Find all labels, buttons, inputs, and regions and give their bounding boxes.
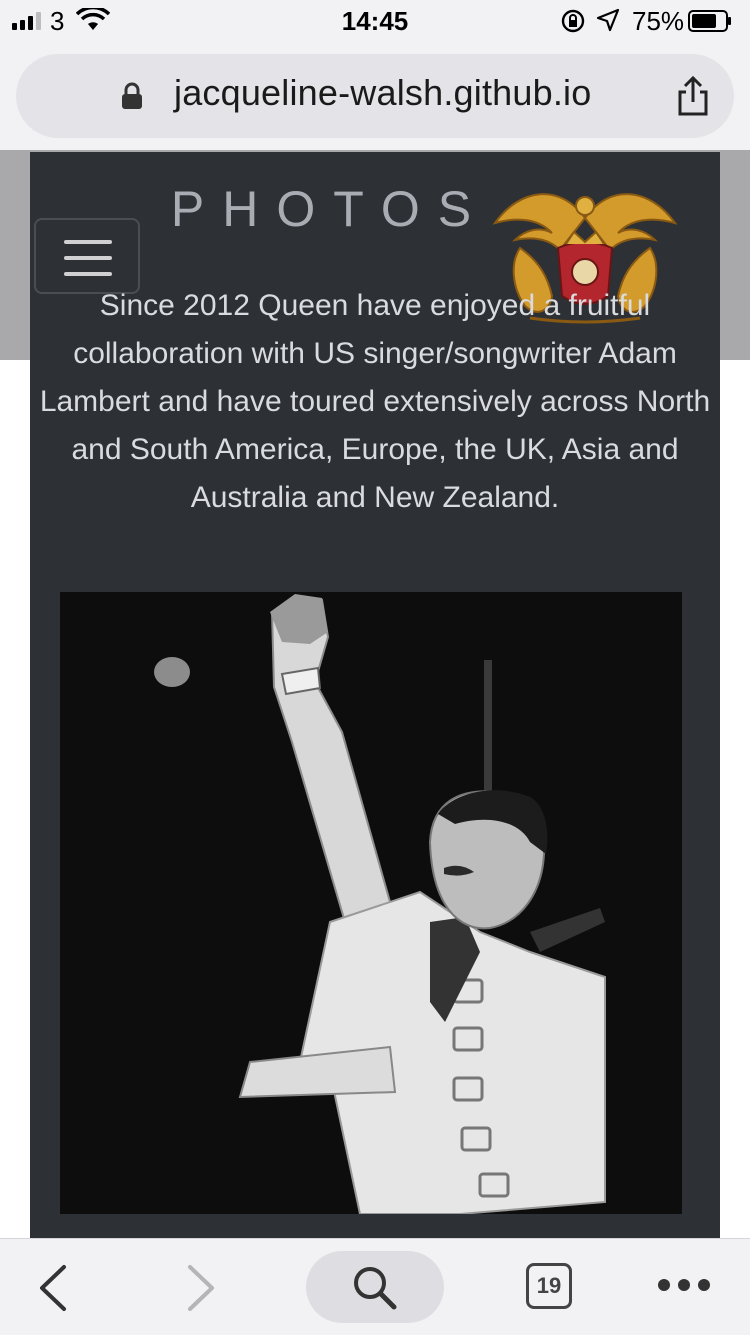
hamburger-icon-line	[64, 256, 112, 260]
hamburger-icon	[64, 240, 112, 244]
web-page: PHOTOS Since 2012 Queen have enjoyed a f…	[0, 150, 750, 1238]
orientation-lock-icon	[561, 9, 585, 33]
location-arrow-icon	[596, 8, 620, 32]
address-bar[interactable]: jacqueline-walsh.github.io	[16, 54, 734, 138]
battery-percent: 75%	[632, 6, 685, 36]
more-icon[interactable]	[656, 1277, 712, 1293]
browser-toolbar: 19	[0, 1238, 750, 1335]
url-text[interactable]: jacqueline-walsh.github.io	[174, 72, 591, 114]
share-icon[interactable]	[672, 74, 714, 118]
search-button[interactable]	[306, 1251, 444, 1323]
padlock-icon	[122, 82, 142, 109]
tabs-button[interactable]: 19	[526, 1263, 572, 1309]
battery-icon	[688, 10, 731, 32]
search-icon	[354, 1267, 397, 1310]
intro-paragraph: Since 2012 Queen have enjoyed a fruitful…	[39, 289, 711, 514]
back-chevron-icon[interactable]	[36, 1263, 70, 1313]
hamburger-icon-line	[64, 272, 112, 276]
status-bar: 3 14:45 75%	[0, 0, 750, 42]
photos-section: PHOTOS Since 2012 Queen have enjoyed a f…	[30, 152, 720, 1238]
tab-count: 19	[536, 1273, 562, 1298]
forward-chevron-icon[interactable]	[184, 1263, 218, 1313]
freddie-mercury-photo	[60, 592, 682, 1214]
